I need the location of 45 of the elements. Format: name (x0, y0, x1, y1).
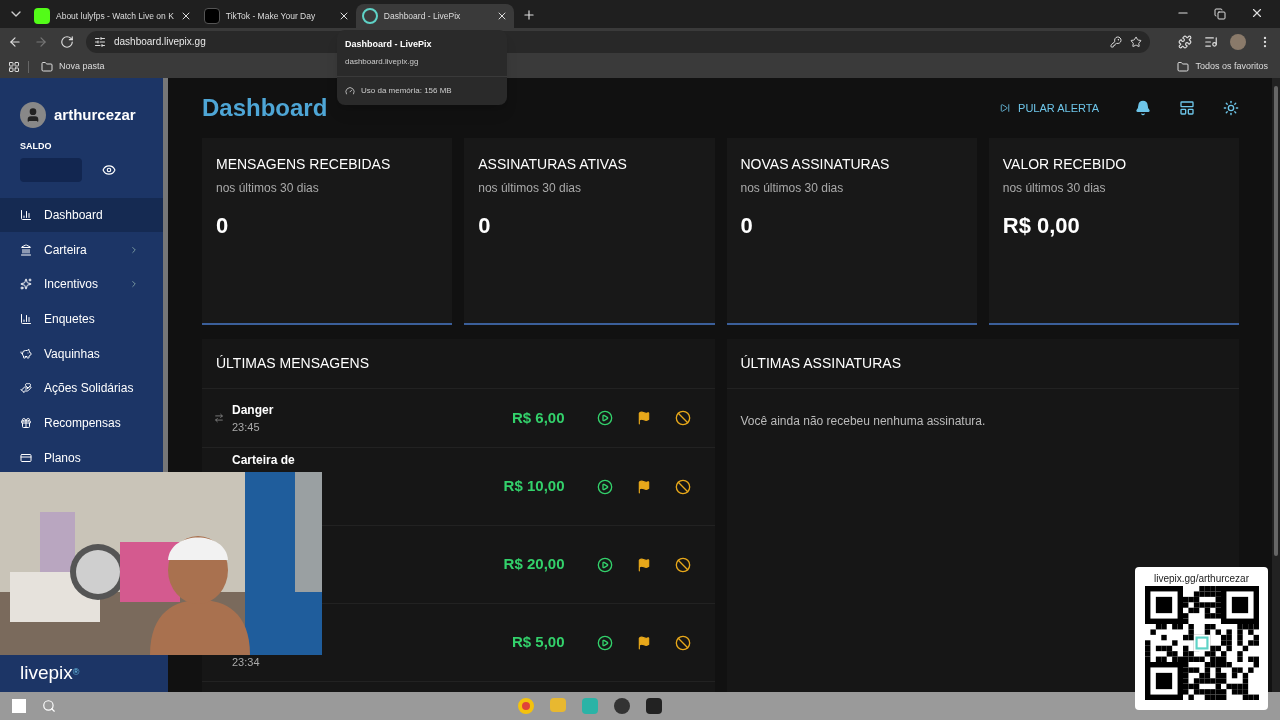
panel-title: ÚLTIMAS MENSAGENS (216, 354, 369, 373)
nav-label: Ações Solidárias (44, 380, 134, 398)
tab-title: About lulyfps - Watch Live on K (56, 9, 174, 23)
nav-label: Enquetes (44, 310, 95, 328)
memory-usage: Uso da memória: 156 MB (361, 84, 452, 97)
nav-label: Vaquinhas (44, 345, 100, 363)
stat-title: NOVAS ASSINATURAS (740, 155, 891, 174)
stat-title: MENSAGENS RECEBIDAS (216, 155, 392, 174)
stat-subtitle: nos últimos 30 dias (216, 180, 320, 197)
stat-value: 0 (216, 212, 230, 240)
nav-label: Dashboard (44, 206, 103, 224)
stat-value: 0 (478, 212, 492, 240)
nav-label: Incentivos (44, 276, 99, 294)
tab-title: Dashboard - LivePix (383, 9, 462, 23)
amount: R$ 5,00 (511, 632, 565, 653)
amount: R$ 6,00 (511, 407, 565, 428)
stat-subtitle: nos últimos 30 dias (1002, 180, 1107, 197)
username: arthurcezar (54, 104, 136, 125)
amount: R$ 20,00 (503, 554, 565, 575)
preview-title: Dashboard - LivePix (344, 38, 433, 51)
message-time: 23:45 (232, 419, 261, 435)
qr-url: livepix.gg/arthurcezar (1153, 572, 1249, 586)
stat-title: VALOR RECEBIDO (1002, 155, 1128, 174)
sender-name: Danger (232, 401, 274, 419)
empty-message: Você ainda não recebeu nenhuma assinatura. (739, 413, 987, 430)
amount: R$ 10,00 (503, 476, 565, 497)
bookmark-label: Todos os favoritos (1195, 59, 1268, 73)
bookmark-label: Nova pasta (59, 59, 105, 73)
nav-label: Planos (44, 449, 81, 467)
nav-label: Carteira (44, 241, 87, 259)
balance-label: SALDO (19, 140, 53, 153)
logo: livepix$^{®}$ (20, 661, 80, 686)
stat-title: ASSINATURAS ATIVAS (478, 155, 628, 174)
tab-title: TikTok - Make Your Day (225, 9, 317, 23)
preview-url: dashboard.livepix.gg (344, 55, 420, 68)
panel-title: ÚLTIMAS ASSINATURAS (740, 354, 901, 373)
sender-name: Carteira de (232, 452, 295, 469)
stat-value: R$ 0,00 (1002, 212, 1081, 240)
address-text: dashboard.livepix.gg (114, 35, 206, 49)
message-time: 23:34 (232, 655, 261, 671)
page-title: Dashboard (202, 93, 328, 123)
nav-label: Recompensas (44, 414, 121, 432)
stat-value: 0 (740, 212, 754, 240)
stat-subtitle: nos últimos 30 dias (740, 180, 845, 197)
stat-subtitle: nos últimos 30 dias (478, 180, 582, 197)
